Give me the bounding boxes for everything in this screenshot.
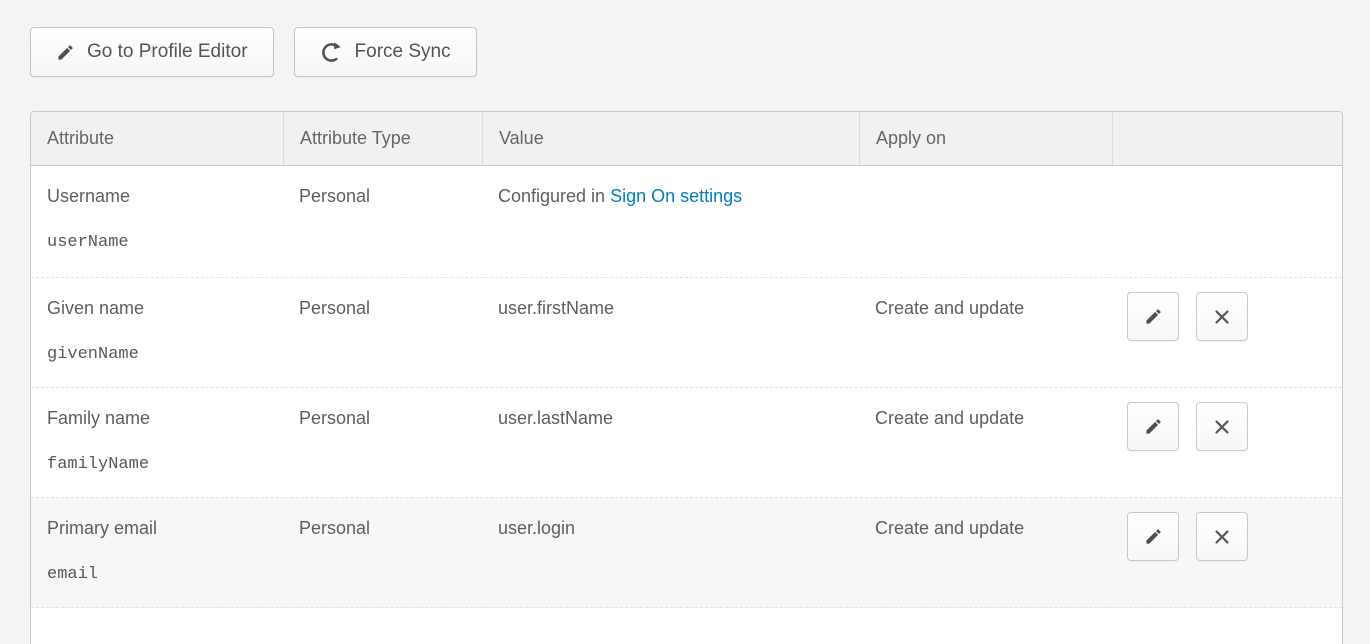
cell-attribute: Primary email email	[31, 498, 283, 607]
pencil-icon	[1144, 417, 1163, 436]
remove-attribute-button[interactable]	[1196, 292, 1248, 341]
edit-attribute-button[interactable]	[1127, 512, 1179, 561]
go-to-profile-editor-label: Go to Profile Editor	[87, 41, 248, 63]
column-header-value: Value	[482, 112, 859, 165]
force-sync-label: Force Sync	[355, 41, 451, 63]
toolbar: Go to Profile Editor Force Sync	[30, 27, 477, 77]
sign-on-settings-link[interactable]: Sign On settings	[610, 186, 742, 206]
table-row: Given name givenName Personaluser.firstNam…	[31, 278, 1342, 388]
table-row: Primary email email Personaluser.loginCrea…	[31, 498, 1342, 608]
value-prefix-text: Configured in	[498, 186, 610, 206]
attribute-label: Username	[47, 186, 267, 207]
attribute-variable-name: userName	[47, 233, 267, 252]
attribute-variable-name: familyName	[47, 455, 267, 474]
attribute-mappings-table: Attribute Attribute Type Value Apply on …	[30, 111, 1343, 644]
table-header: Attribute Attribute Type Value Apply on	[31, 112, 1342, 166]
attribute-label: Primary email	[47, 518, 267, 539]
force-sync-button[interactable]: Force Sync	[294, 27, 477, 77]
cell-actions	[1112, 166, 1342, 277]
table-row: Family name familyName Personaluser.lastNa…	[31, 388, 1342, 498]
cell-attribute: Family name familyName	[31, 388, 283, 497]
table-body: UsernameuserNamePersonalConfigured in Si…	[31, 166, 1342, 608]
sync-icon	[320, 41, 343, 64]
edit-attribute-button[interactable]	[1127, 402, 1179, 451]
attribute-label: Given name	[47, 298, 267, 319]
pencil-icon	[1144, 307, 1163, 326]
cell-attribute: Given name givenName	[31, 278, 283, 387]
attribute-label: Family name	[47, 408, 267, 429]
cell-value: Configured in Sign On settings	[482, 166, 859, 277]
column-header-attribute: Attribute	[31, 112, 283, 165]
cell-value: user.lastName	[482, 388, 859, 497]
cell-value: user.login	[482, 498, 859, 607]
cell-actions	[1112, 388, 1342, 497]
close-icon	[1213, 418, 1231, 436]
go-to-profile-editor-button[interactable]: Go to Profile Editor	[30, 27, 274, 77]
table-row: UsernameuserNamePersonalConfigured in Si…	[31, 166, 1342, 278]
cell-attribute-type: Personal	[283, 388, 482, 497]
cell-attribute-type: Personal	[283, 498, 482, 607]
cell-attribute-type: Personal	[283, 278, 482, 387]
close-icon	[1213, 308, 1231, 326]
column-header-actions	[1112, 112, 1342, 165]
cell-apply-on: Create and update	[859, 388, 1112, 497]
cell-value: user.firstName	[482, 278, 859, 387]
cell-apply-on: Create and update	[859, 278, 1112, 387]
cell-attribute: Username userName	[31, 166, 283, 277]
edit-attribute-button[interactable]	[1127, 292, 1179, 341]
cell-actions	[1112, 278, 1342, 387]
pencil-icon	[1144, 527, 1163, 546]
attribute-variable-name: givenName	[47, 345, 267, 364]
remove-attribute-button[interactable]	[1196, 512, 1248, 561]
cell-attribute-type: Personal	[283, 166, 482, 277]
column-header-apply-on: Apply on	[859, 112, 1112, 165]
remove-attribute-button[interactable]	[1196, 402, 1248, 451]
cell-apply-on: Create and update	[859, 498, 1112, 607]
cell-actions	[1112, 498, 1342, 607]
close-icon	[1213, 528, 1231, 546]
table-row-partial	[31, 608, 1342, 644]
pencil-icon	[56, 43, 75, 62]
cell-apply-on	[859, 166, 1112, 277]
column-header-attribute-type: Attribute Type	[283, 112, 482, 165]
attribute-variable-name: email	[47, 565, 267, 584]
